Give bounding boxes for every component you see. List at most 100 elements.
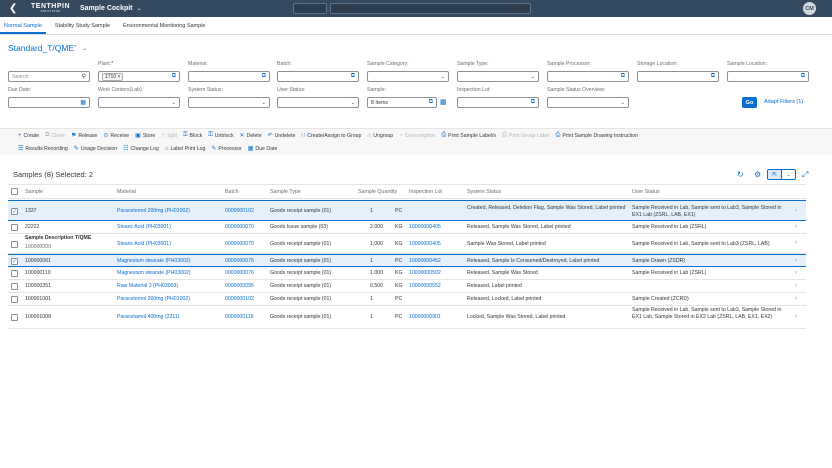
refresh-icon[interactable]: ↻ xyxy=(737,170,744,179)
tab-stability-study-sample[interactable]: Stability Study Sample xyxy=(51,17,114,34)
user-status-select[interactable]: ⌄ xyxy=(277,97,359,108)
row-checkbox[interactable] xyxy=(11,224,18,231)
multi-select-icon[interactable]: ▦ xyxy=(440,98,447,106)
print-sample-label-s-button[interactable]: ⎙ Print Sample Label/s xyxy=(441,132,496,139)
column-header-user-status[interactable]: User Status xyxy=(632,189,660,195)
row-navigation-icon[interactable]: › xyxy=(795,224,797,230)
app-title[interactable]: Sample Cockpit xyxy=(80,5,133,12)
due-date-button[interactable]: ▦ Due Date xyxy=(248,145,278,153)
create-assign-to-group-button[interactable]: ∷ Create/Assign to Group xyxy=(301,132,361,140)
row-navigation-icon[interactable]: › xyxy=(795,258,797,264)
inspection-lot-link[interactable]: 10000000901 xyxy=(409,314,464,321)
ungroup-button[interactable]: ∴ Ungroup xyxy=(367,132,393,140)
export-icon[interactable]: ⇱ xyxy=(768,170,782,179)
material-link[interactable]: Paracetamol 400mg (2211) xyxy=(117,314,222,321)
table-row[interactable]: Sample Description T/QME 100000000 Stearic… xyxy=(8,234,806,254)
undelete-button[interactable]: ↶ Undelete xyxy=(268,132,296,140)
receive-button[interactable]: ⊙ Receive xyxy=(103,132,129,140)
chevron-down-icon[interactable]: ⌄ xyxy=(137,5,142,12)
inspection-lot-link[interactable]: 10000000405 xyxy=(409,241,464,248)
batch-link[interactable]: 0000000095 xyxy=(225,283,267,290)
table-row[interactable]: 22222 Stearic Acid (PH03001) 0000000070 Goo… xyxy=(8,221,806,234)
material-link[interactable]: Raw Material 3 (PH03003) xyxy=(117,283,222,290)
sample-processor-input[interactable]: ⧉ xyxy=(547,71,629,82)
processor-button[interactable]: ✎ Processor xyxy=(211,145,241,153)
row-checkbox[interactable] xyxy=(11,314,18,321)
row-navigation-icon[interactable]: › xyxy=(795,314,797,320)
value-help-icon[interactable]: ⧉ xyxy=(351,73,355,80)
inspection-lot-link[interactable]: 10000000552 xyxy=(409,283,464,290)
table-row[interactable]: 100000110 Magnesium stearate (PH03002) 000… xyxy=(8,267,806,280)
row-navigation-icon[interactable]: › xyxy=(795,208,797,214)
row-checkbox[interactable]: ✓ xyxy=(11,258,18,265)
material-link[interactable]: Stearic Acid (PH03001) xyxy=(117,224,222,231)
batch-input[interactable]: ⧉ xyxy=(277,71,359,82)
batch-link[interactable]: 0000000076 xyxy=(225,270,267,277)
sample-type-select[interactable]: ⌄ xyxy=(457,71,539,82)
fullscreen-icon[interactable]: ⤢ xyxy=(802,170,808,180)
print-sample-drawing-instruction-button[interactable]: ⎙ Print Sample Drawing Instruction xyxy=(556,132,638,139)
table-row[interactable]: 100001001 Paracetemol 200mg (PH01002) 0000… xyxy=(8,293,806,306)
calendar-icon[interactable]: ▦ xyxy=(80,99,86,106)
change-log-button[interactable]: ☷ Change Log xyxy=(123,145,159,153)
variant-selector[interactable]: Standard_T/QME * ⌄ xyxy=(8,43,87,53)
sample-location-input[interactable]: ⧉ xyxy=(727,71,809,82)
column-header-sample-type[interactable]: Sample Type xyxy=(270,189,301,195)
plant-input[interactable]: 1710 × ⧉ xyxy=(98,71,180,82)
row-navigation-icon[interactable]: › xyxy=(795,240,797,246)
adapt-filters-button[interactable]: Adapt Filters (1) xyxy=(764,99,803,105)
shell-search-input[interactable]: Search ⚲ xyxy=(330,3,531,14)
create-button[interactable]: + Create xyxy=(18,133,39,139)
back-icon[interactable]: ❮ xyxy=(9,3,23,14)
storage-location-input[interactable]: ⧉ xyxy=(637,71,719,82)
unblock-button[interactable]: ⚿ Unblock xyxy=(208,132,233,139)
value-help-icon[interactable]: ⧉ xyxy=(621,73,625,80)
table-row[interactable]: 100001008 Paracetamol 400mg (2211) 0000000… xyxy=(8,306,806,329)
row-checkbox[interactable] xyxy=(11,283,18,290)
go-button[interactable]: Go xyxy=(742,97,757,108)
usage-decision-button[interactable]: ✎ Usage Decision xyxy=(74,145,117,153)
inspection-lot-link[interactable]: 10000000405 xyxy=(409,224,464,231)
column-header-inspection-lot[interactable]: Inspection Lot xyxy=(409,189,442,195)
export-menu-button[interactable]: ⇱ ⌄ xyxy=(767,169,796,180)
label-print-log-button[interactable]: ⌂ Label Print Log xyxy=(165,146,206,152)
search-icon[interactable]: ⚲ xyxy=(523,6,527,12)
block-button[interactable]: ⚿ Block xyxy=(183,132,202,139)
select-all-checkbox[interactable] xyxy=(11,188,18,195)
row-navigation-icon[interactable]: › xyxy=(795,283,797,289)
store-button[interactable]: ▣ Store xyxy=(135,132,155,140)
search-icon[interactable]: ⚲ xyxy=(82,73,86,80)
search-scope-select[interactable]: All ⌄ xyxy=(293,3,327,14)
gear-icon[interactable]: ⚙ xyxy=(754,170,761,179)
delete-button[interactable]: ✕ Delete xyxy=(240,132,262,140)
value-help-icon[interactable]: ⧉ xyxy=(429,99,433,106)
value-help-icon[interactable]: ⧉ xyxy=(711,73,715,80)
row-navigation-icon[interactable]: › xyxy=(795,270,797,276)
table-row[interactable]: ✓ 100000061 Magnesium stearate (PH03002) 00… xyxy=(8,254,806,267)
sample-status-overview-select[interactable]: ⌄ xyxy=(547,97,629,108)
row-checkbox[interactable] xyxy=(11,240,18,248)
system-status-select[interactable]: ⌄ xyxy=(188,97,270,108)
results-recording-button[interactable]: ☰ Results Recording xyxy=(18,145,68,153)
tab-environmental-monitoring-sample[interactable]: Environmental Monitoring Sample xyxy=(119,17,210,34)
material-link[interactable]: Stearic Acid (PH03001) xyxy=(117,241,222,248)
material-link[interactable]: Paracetemol 200mg (PH01002) xyxy=(117,296,222,303)
value-help-icon[interactable]: ⧉ xyxy=(531,99,535,106)
batch-link[interactable]: 0000000070 xyxy=(225,241,267,248)
inspection-lot-input[interactable]: ⧉ xyxy=(457,97,539,108)
row-checkbox[interactable]: ✓ xyxy=(11,208,18,215)
column-header-batch[interactable]: Batch xyxy=(225,189,239,195)
batch-link[interactable]: 0000000075 xyxy=(225,258,267,265)
value-help-icon[interactable]: ⧉ xyxy=(801,73,805,80)
sample-multi-input[interactable]: 8 Items ⧉ xyxy=(367,97,437,108)
batch-link[interactable]: 0000000102 xyxy=(225,208,267,215)
tab-normal-sample[interactable]: Normal Sample xyxy=(0,17,46,34)
column-header-system-status[interactable]: System Status xyxy=(467,189,501,195)
material-link[interactable]: Magnesium stearate (PH03002) xyxy=(117,270,222,277)
table-row[interactable]: ✓ 1337 Paracetemol 200mg (PH01002) 00000001… xyxy=(8,200,806,221)
column-header-sample[interactable]: Sample xyxy=(25,189,43,195)
batch-link[interactable]: 0000000102 xyxy=(225,296,267,303)
work-centers-select[interactable]: ⌄ xyxy=(98,97,180,108)
release-button[interactable]: ⚑ Release xyxy=(71,132,97,140)
column-header-sample-quantity[interactable]: Sample Quantity xyxy=(358,189,397,195)
